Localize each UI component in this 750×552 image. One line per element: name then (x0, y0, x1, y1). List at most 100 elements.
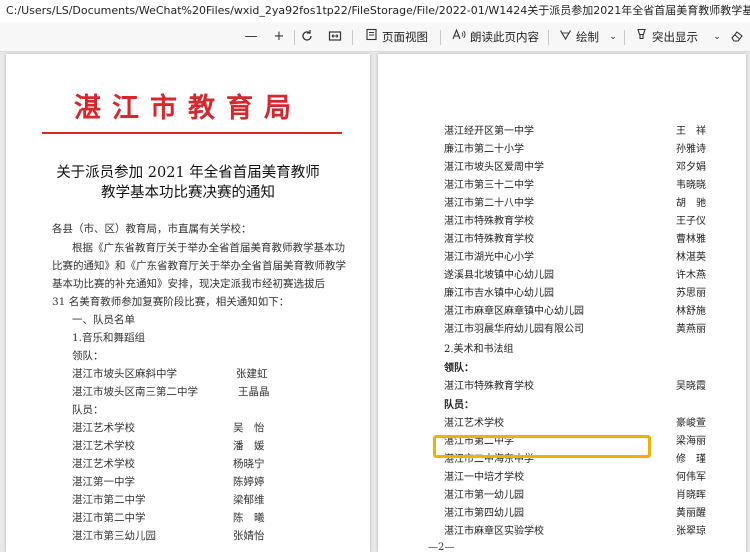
window-title-bar: C:/Users/LS/Documents/WeChat%20Files/wxi… (0, 0, 750, 22)
section-heading: 一、队员名单 (72, 314, 135, 326)
person-name: 苏思丽 (676, 288, 706, 299)
person-name: 王子仪 (676, 216, 706, 227)
person-name: 修 瑾 (676, 454, 706, 465)
notice-title-line-1: 关于派员参加 2021 年全省首届美育教师 (56, 165, 320, 181)
pdf-page-1: 湛江市教育局 关于派员参加 2021 年全省首届美育教师 教学基本功比赛决赛的通… (6, 54, 370, 552)
highlight-box (433, 435, 651, 458)
page-view-icon (364, 28, 378, 47)
member-name: 张婧怡 (233, 530, 265, 542)
masthead: 湛江市教育局 (74, 93, 302, 124)
member-name: 梁郁维 (233, 494, 265, 506)
page-view-label: 页面视图 (382, 30, 428, 44)
member-label: 队员： (444, 400, 474, 411)
school-name: 湛江市第二十八中学 (444, 198, 534, 209)
salutation: 各县（市、区）教育局，市直属有关学校： (52, 223, 252, 235)
person-name: 王 祥 (676, 126, 706, 137)
highlighter-icon (634, 28, 648, 47)
school-name: 湛江市羽晨华府幼儿园有限公司 (444, 324, 584, 335)
rotate-icon[interactable] (300, 29, 314, 45)
window-title: C:/Users/LS/Documents/WeChat%20Files/wxi… (6, 4, 750, 17)
chevron-down-icon[interactable]: ⌄ (608, 29, 618, 45)
fit-page-icon[interactable] (328, 29, 342, 45)
read-aloud-button[interactable]: 朗读此页内容 (452, 27, 539, 47)
person-name: 肖晓晖 (676, 490, 706, 501)
list-item: 湛江经开区第一中学 王 祥 (444, 122, 706, 138)
list-item: 廉江市吉水镇中心幼儿园 苏思丽 (444, 284, 706, 300)
list-item: 湛江市第四幼儿园 黄丽醒 (444, 504, 706, 520)
toolbar-divider (440, 30, 441, 45)
page-number: —2— (428, 542, 455, 552)
school-name: 湛江市特殊教育学校 (444, 216, 534, 227)
list-item: 湛江市特殊教育学校 曹林雅 (444, 230, 706, 246)
school-name: 湛江市第三十二中学 (444, 180, 534, 191)
school-name: 湛江市特殊教育学校 (444, 234, 534, 245)
person-name: 豪峻萱 (676, 418, 706, 429)
person-name: 韦晓晓 (676, 180, 706, 191)
member-school: 湛江市第二中学 (72, 494, 146, 506)
list-item: 湛江市特殊教育学校 吴晓霞 (444, 377, 706, 393)
masthead-rule (42, 132, 342, 134)
school-name: 廉江市吉水镇中心幼儿园 (444, 288, 554, 299)
leader-school: 湛江市坡头区南三第二中学 (72, 386, 198, 398)
list-item: 湛江市第一幼儿园 肖晓晖 (444, 486, 706, 502)
draw-label: 绘制 (576, 30, 599, 44)
member-name: 陈婷婷 (233, 476, 265, 488)
list-item: 湛江市麻章区实验学校 张翠琼 (444, 522, 706, 538)
zoom-in-icon[interactable]: + (272, 29, 286, 45)
document-viewport[interactable]: 湛江市教育局 关于派员参加 2021 年全省首届美育教师 教学基本功比赛决赛的通… (0, 52, 750, 552)
list-item-highlighted: 湛江一中培才学校 何伟军 (444, 468, 706, 484)
zoom-out-icon[interactable]: — (244, 29, 258, 45)
member-school: 湛江艺术学校 (72, 422, 135, 434)
leader-label: 领队： (72, 350, 104, 362)
list-item: 湛江市羽晨华府幼儿园有限公司 黄燕丽 (444, 320, 706, 336)
pdf-toolbar: — + 页面视图 朗读此页内容 绘制 ⌄ 突出显示 ⌄ (0, 22, 750, 52)
person-name: 曹林雅 (676, 234, 706, 245)
school-name: 湛江经开区第一中学 (444, 126, 534, 137)
list-item: 遂溪县北坡镇中心幼儿园 许木燕 (444, 266, 706, 282)
person-name: 林舒施 (676, 306, 706, 317)
leader-name: 王晶晶 (238, 386, 270, 398)
person-name: 林湛英 (676, 252, 706, 263)
school-name: 湛江一中培才学校 (444, 472, 524, 483)
highlight-label: 突出显示 (652, 30, 698, 44)
group-heading: 1.音乐和舞蹈组 (72, 332, 146, 344)
member-name: 陈 曦 (233, 512, 265, 524)
body-line: 31 名美育教师参加复赛阶段比赛，相关通知如下： (52, 296, 290, 308)
read-aloud-label: 朗读此页内容 (470, 30, 539, 44)
list-item: 湛江市第三十二中学 韦晓晓 (444, 176, 706, 192)
toolbar-divider (548, 30, 549, 45)
page-view-button[interactable]: 页面视图 (364, 28, 428, 46)
list-item: 湛江市特殊教育学校 王子仪 (444, 212, 706, 228)
member-school: 湛江第一中学 (72, 476, 135, 488)
chevron-down-icon[interactable]: ⌄ (712, 29, 722, 45)
person-name: 吴晓霞 (676, 381, 706, 392)
body-line: 根据《广东省教育厅关于举办全省首届美育教师教学基本功 (72, 242, 345, 254)
person-name: 张翠琼 (676, 526, 706, 537)
member-school: 湛江市第二中学 (72, 512, 146, 524)
person-name: 孙雅诗 (676, 144, 706, 155)
list-item: 湛江市第二十八中学 胡 驰 (444, 194, 706, 210)
list-item: 湛江市湖光中心小学 林湛英 (444, 248, 706, 264)
notice-title-line-2: 教学基本功比赛决赛的通知 (101, 185, 275, 201)
toolbar-divider (624, 30, 625, 45)
eraser-icon[interactable] (730, 29, 744, 45)
list-item: 湛江市坡头区爱周中学 邓夕娟 (444, 158, 706, 174)
body-line: 比赛的通知》和《广东省教育厅关于举办全省首届美育教师教学 (52, 260, 346, 272)
member-name: 潘 媛 (233, 440, 265, 452)
list-item: 廉江市第二十小学 孙雅诗 (444, 140, 706, 156)
school-name: 湛江市湖光中心小学 (444, 252, 534, 263)
school-name: 湛江市第一幼儿园 (444, 490, 524, 501)
school-name: 湛江市麻章区实验学校 (444, 526, 544, 537)
group-heading: 2.美术和书法组 (444, 344, 514, 355)
member-school: 湛江艺术学校 (72, 440, 135, 452)
read-aloud-icon (452, 27, 466, 47)
member-name: 杨晓宁 (233, 458, 265, 470)
school-name: 湛江市坡头区爱周中学 (444, 162, 544, 173)
draw-pen-icon (558, 28, 572, 47)
list-item: 湛江艺术学校 豪峻萱 (444, 414, 706, 430)
highlight-button[interactable]: 突出显示 (634, 28, 698, 46)
school-name: 湛江市第四幼儿园 (444, 508, 524, 519)
draw-button[interactable]: 绘制 (558, 28, 599, 46)
school-name: 湛江市麻章区麻章镇中心幼儿园 (444, 306, 584, 317)
pdf-viewer-window: C:/Users/LS/Documents/WeChat%20Files/wxi… (0, 0, 750, 552)
